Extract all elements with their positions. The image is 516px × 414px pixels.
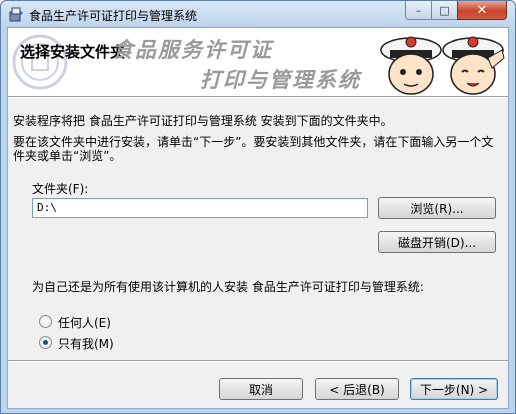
page-title: 选择安装文件夹	[20, 43, 126, 61]
maximize-button[interactable]: □	[431, 1, 458, 20]
header-banner: 选择安装文件夹 食品服务许可证 打印与管理系统	[8, 28, 508, 96]
banner-slogan-line2: 打印与管理系统	[200, 67, 361, 92]
banner-divider	[8, 96, 508, 98]
minimize-button[interactable]: –	[405, 1, 432, 20]
maximize-icon: □	[439, 3, 450, 17]
instructions-text: 要在该文件夹中进行安装，请单击“下一步”。要安装到其他文件夹，请在下面输入另一个…	[13, 135, 494, 163]
intro-text: 安装程序将把 食品生产许可证打印与管理系统 安装到下面的文件夹中。	[13, 114, 393, 128]
everyone-radio[interactable]	[39, 315, 52, 328]
dialog-body: 选择安装文件夹 食品服务许可证 打印与管理系统 安装程序将把 食品生产许可证打印…	[7, 27, 509, 409]
cancel-button[interactable]: 取消	[219, 378, 303, 400]
install-for-question: 为自己还是为所有使用该计算机的人安装 食品生产许可证打印与管理系统:	[32, 280, 424, 294]
title-bar[interactable]: 食品生产许可证打印与管理系统 – □ ✕	[1, 1, 515, 27]
next-button[interactable]: 下一步(N) >	[410, 378, 498, 400]
folder-path-input[interactable]: D:\	[32, 198, 368, 218]
window-title: 食品生产许可证打印与管理系统	[29, 9, 198, 23]
everyone-radio-label[interactable]: 任何人(E)	[58, 314, 111, 331]
close-button[interactable]: ✕	[457, 1, 507, 20]
installer-app-icon	[9, 7, 23, 22]
banner-slogan-line1: 食品服务许可证	[112, 37, 273, 62]
back-button[interactable]: < 后退(B)	[315, 378, 399, 400]
folder-label: 文件夹(F):	[32, 182, 89, 196]
installer-window: 食品生产许可证打印与管理系统 – □ ✕ 选择安装文件夹 食品服务许可证 打印与…	[0, 0, 516, 414]
close-icon: ✕	[476, 2, 488, 18]
officer-mascot-icon	[380, 36, 442, 95]
browse-button[interactable]: 浏览(R)...	[378, 197, 496, 219]
minimize-icon: –	[415, 3, 422, 17]
just-me-radio-label[interactable]: 只有我(M)	[58, 335, 114, 352]
disk-cost-button[interactable]: 磁盘开销(D)...	[378, 231, 496, 253]
emblem-watermark-icon	[12, 34, 68, 90]
just-me-radio[interactable]	[39, 336, 52, 349]
officer-mascot-saluting-icon	[442, 36, 505, 95]
footer-divider	[8, 360, 508, 362]
